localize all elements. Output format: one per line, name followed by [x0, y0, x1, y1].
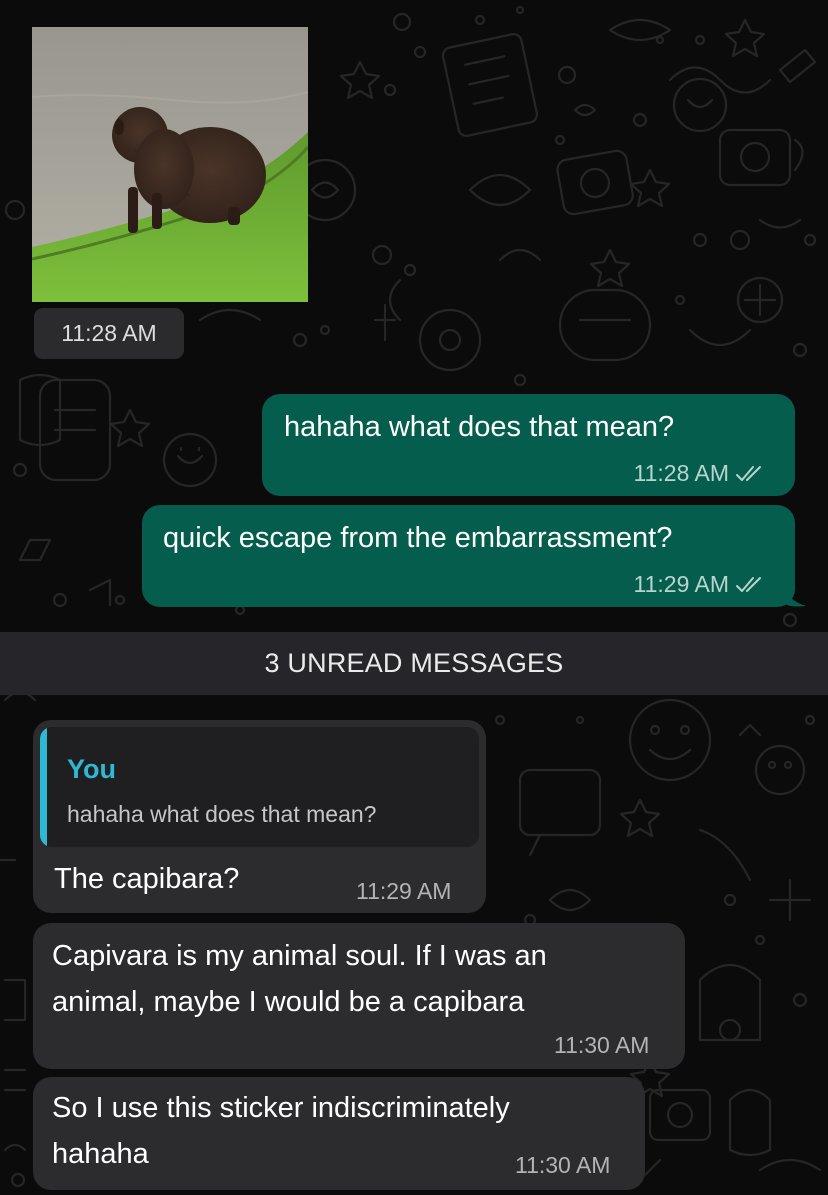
reply-quote[interactable]: You hahaha what does that mean?: [40, 727, 479, 847]
message-text: quick escape from the embarrassment?: [163, 522, 673, 554]
capybara-sticker[interactable]: [32, 27, 308, 302]
double-check-icon: [736, 576, 761, 592]
message-time: 11:29 AM: [633, 571, 729, 597]
quote-author: You: [67, 754, 116, 784]
message-time: 11:30 AM: [515, 1152, 611, 1178]
message-time: 11:28 AM: [633, 460, 729, 486]
sticker-timestamp: 11:28 AM: [34, 308, 184, 359]
double-check-icon: [736, 465, 761, 481]
message-time: 11:30 AM: [554, 1032, 650, 1058]
unread-messages-divider: 3 UNREAD MESSAGES: [0, 632, 828, 695]
message-meta: 11:28 AM: [634, 460, 765, 487]
quote-accent-bar: [40, 727, 47, 847]
message-text: Capivara is my animal soul. If I was an …: [52, 940, 547, 1018]
incoming-message[interactable]: You hahaha what does that mean? The capi…: [33, 720, 486, 913]
message-text: hahaha what does that mean?: [284, 411, 675, 443]
chat-view: 11:28 AM hahaha what does that mean? 11:…: [0, 0, 828, 1195]
quote-text: hahaha what does that mean?: [67, 801, 377, 827]
outgoing-message[interactable]: quick escape from the embarrassment? 11:…: [142, 505, 795, 607]
message-time: 11:29 AM: [356, 878, 452, 904]
incoming-message[interactable]: So I use this sticker indiscriminately h…: [33, 1077, 645, 1190]
message-text: The capibara?: [54, 863, 240, 895]
outgoing-message[interactable]: hahaha what does that mean? 11:28 AM: [262, 394, 795, 496]
bubble-tail: [782, 582, 806, 607]
incoming-message[interactable]: Capivara is my animal soul. If I was an …: [33, 923, 685, 1069]
message-meta: 11:29 AM: [634, 571, 765, 598]
